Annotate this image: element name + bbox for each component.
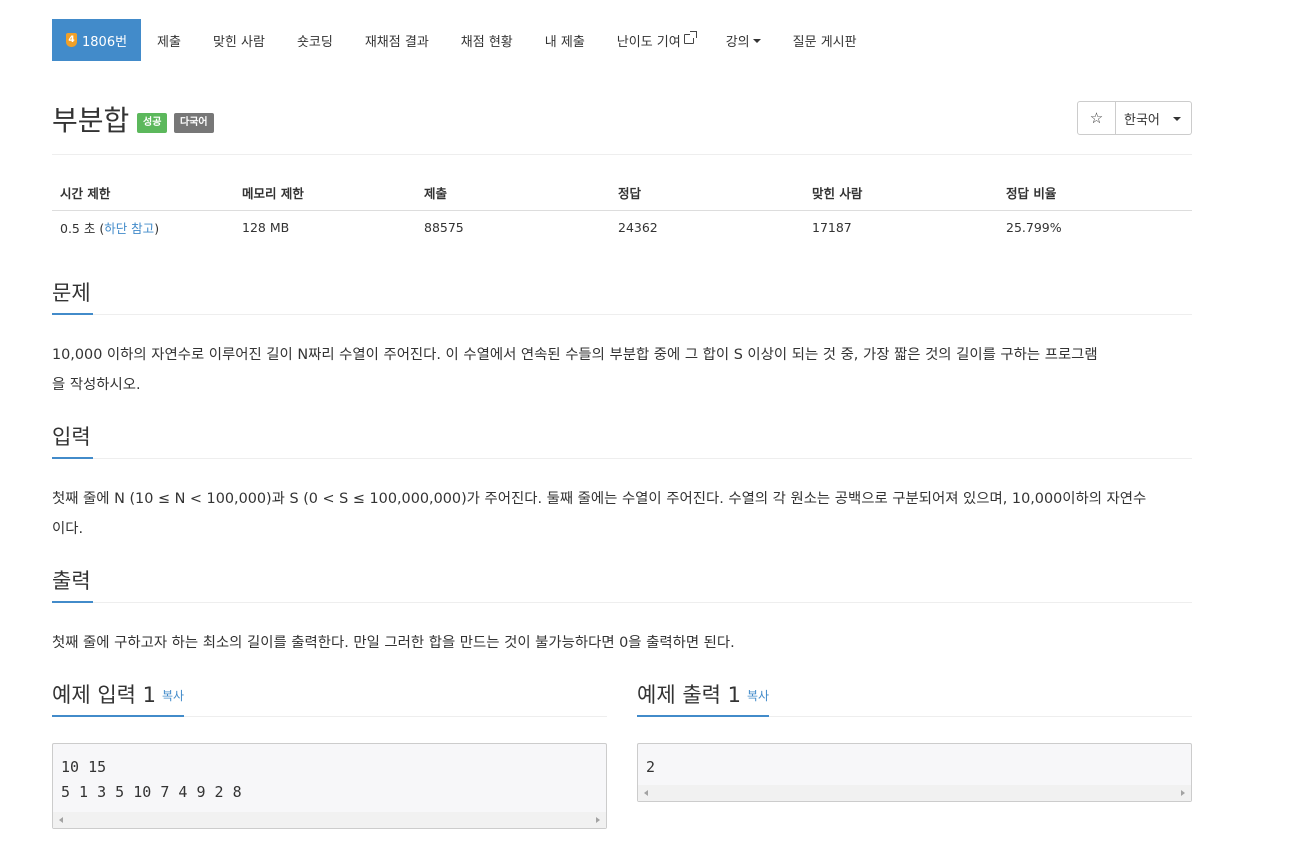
- external-link-icon: [683, 31, 697, 44]
- tab-difficulty-contribution[interactable]: 난이도 기여: [601, 19, 710, 61]
- input-text: 첫째 줄에 N (10 ≤ N < 100,000)과 S (0 < S ≤ 1…: [52, 484, 1192, 544]
- input-heading: 입력: [52, 422, 93, 459]
- table-header-row: 시간 제한 메모리 제한 제출 정답 맞힌 사람 정답 비율: [52, 176, 1192, 211]
- time-limit-value: 0.5 초 (: [60, 221, 105, 237]
- table-row: 0.5 초 (하단 참고) 128 MB 88575 24362 17187 2…: [52, 210, 1192, 245]
- success-badge: 성공: [137, 113, 168, 133]
- horizontal-scrollbar[interactable]: [53, 812, 606, 828]
- output-text: 첫째 줄에 구하고자 하는 최소의 길이를 출력한다. 만일 그러한 합을 만드…: [52, 628, 1192, 658]
- horizontal-scrollbar[interactable]: [638, 785, 1191, 801]
- caret-down-icon: [1173, 117, 1181, 121]
- time-limit-note-link[interactable]: 하단 참고: [104, 221, 154, 236]
- input-line: 이다.: [52, 521, 84, 537]
- tab-rejudge-results[interactable]: 재채점 결과: [349, 19, 445, 61]
- description-section-header: 문제: [52, 278, 1192, 315]
- tab-problem[interactable]: 4 1806번: [52, 19, 142, 61]
- scroll-right-icon[interactable]: [596, 817, 600, 823]
- tab-question-board[interactable]: 질문 게시판: [777, 19, 873, 61]
- sample-output-heading: 예제 출력 1 복사: [637, 680, 770, 717]
- favorite-star-button[interactable]: ☆: [1077, 101, 1116, 135]
- tab-difficulty-label: 난이도 기여: [616, 34, 681, 50]
- header-solvers: 맞힌 사람: [804, 176, 998, 211]
- sample-output-box[interactable]: 2: [637, 743, 1192, 802]
- problem-menu-tabs: 4 1806번 제출 맞힌 사람 숏코딩 재채점 결과 채점 현황 내 제출 난…: [52, 19, 873, 61]
- sample-input-line: 5 1 3 5 10 7 4 9 2 8: [61, 783, 242, 801]
- header-time-limit: 시간 제한: [52, 176, 234, 211]
- caret-down-icon: [752, 39, 761, 43]
- language-label: 한국어: [1124, 112, 1160, 128]
- problem-actions: ☆ 한국어: [1077, 101, 1192, 135]
- submissions-cell: 88575: [424, 220, 464, 236]
- accepted-cell: 24362: [618, 220, 658, 236]
- sample-input-heading: 예제 입력 1 복사: [52, 680, 185, 717]
- sample-input-line: 10 15: [61, 758, 107, 776]
- time-limit-cell: 0.5 초 (하단 참고): [52, 210, 234, 245]
- copy-sample-input-button[interactable]: 복사: [162, 689, 184, 703]
- star-icon: ☆: [1089, 109, 1104, 127]
- output-line: 첫째 줄에 구하고자 하는 최소의 길이를 출력한다. 만일 그러한 합을 만드…: [52, 635, 735, 651]
- tab-short-coding[interactable]: 숏코딩: [281, 19, 349, 61]
- header-accepted: 정답: [610, 176, 804, 211]
- header-ratio: 정답 비율: [998, 176, 1192, 211]
- sample-output-line: 2: [646, 758, 656, 776]
- sample-output-title: 예제 출력 1: [637, 683, 741, 707]
- tab-lectures[interactable]: 강의: [710, 19, 777, 61]
- scroll-right-icon[interactable]: [1181, 790, 1185, 796]
- description-line: 10,000 이하의 자연수로 이루어진 길이 N짜리 수열이 주어진다. 이 …: [52, 347, 1098, 363]
- tier-badge-icon: 4: [66, 33, 77, 47]
- time-limit-suffix: ): [154, 221, 160, 237]
- ratio-cell: 25.799%: [1006, 220, 1062, 236]
- memory-limit-cell: 128 MB: [242, 220, 290, 236]
- header-submissions: 제출: [416, 176, 610, 211]
- scroll-left-icon[interactable]: [644, 790, 648, 796]
- copy-sample-output-button[interactable]: 복사: [747, 689, 769, 703]
- sample-output-header: 예제 출력 1 복사: [637, 680, 1192, 717]
- input-section-header: 입력: [52, 422, 1192, 459]
- input-line: 첫째 줄에 N (10 ≤ N < 100,000)과 S (0 < S ≤ 1…: [52, 491, 1147, 507]
- tab-submit[interactable]: 제출: [141, 19, 197, 61]
- sample-input-title: 예제 입력 1: [52, 683, 156, 707]
- tab-my-submissions[interactable]: 내 제출: [529, 19, 601, 61]
- output-section-header: 출력: [52, 566, 1192, 603]
- tab-problem-label: 1806번: [82, 34, 128, 50]
- description-text: 10,000 이하의 자연수로 이루어진 길이 N짜리 수열이 주어진다. 이 …: [52, 340, 1192, 400]
- problem-title: 부분합: [52, 104, 130, 137]
- scroll-left-icon[interactable]: [59, 817, 63, 823]
- sample-input-header: 예제 입력 1 복사: [52, 680, 607, 717]
- description-line: 을 작성하시오.: [52, 377, 141, 393]
- multilang-badge: 다국어: [174, 113, 214, 133]
- tab-solvers[interactable]: 맞힌 사람: [197, 19, 281, 61]
- language-dropdown[interactable]: 한국어: [1116, 101, 1192, 135]
- header-memory-limit: 메모리 제한: [234, 176, 416, 211]
- tab-judge-status[interactable]: 채점 현황: [445, 19, 529, 61]
- output-heading: 출력: [52, 566, 93, 603]
- solvers-cell: 17187: [812, 220, 852, 236]
- tab-lectures-label: 강의: [725, 34, 750, 50]
- sample-input-box[interactable]: 10 15 5 1 3 5 10 7 4 9 2 8: [52, 743, 607, 829]
- problem-header: 부분합 성공 다국어 ☆ 한국어: [52, 97, 1192, 155]
- problem-info-table: 시간 제한 메모리 제한 제출 정답 맞힌 사람 정답 비율 0.5 초 (하단…: [52, 176, 1192, 245]
- description-heading: 문제: [52, 278, 93, 315]
